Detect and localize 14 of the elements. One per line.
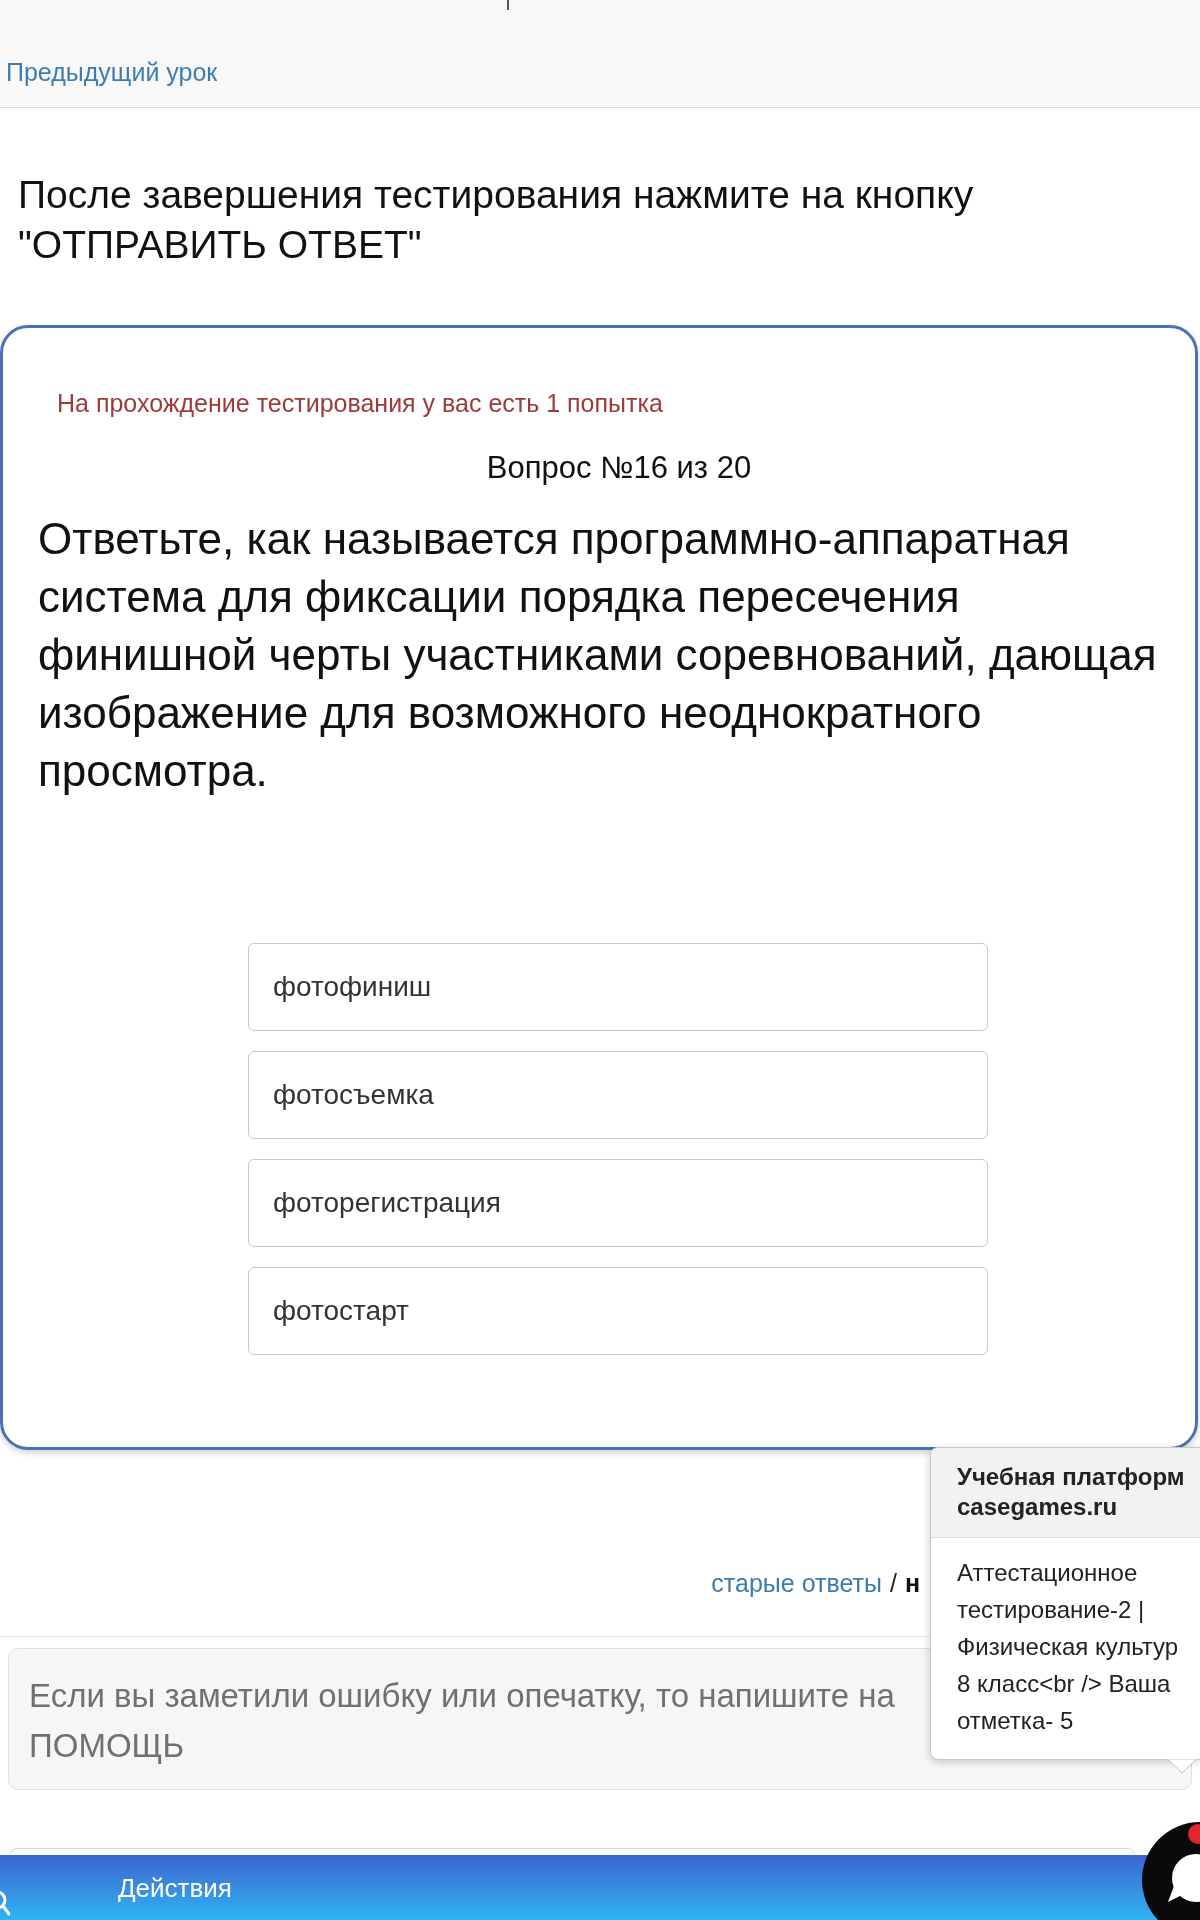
answer-option[interactable]: фотостарт [248, 1267, 988, 1355]
previous-lesson-link[interactable]: Предыдущий урок [6, 57, 218, 87]
question-counter: Вопрос №16 из 20 [486, 449, 752, 487]
separator-text: / [889, 1568, 897, 1598]
question-text: Ответьте, как называется программно-аппаратная система для фиксации порядка пересечения финишной черты участниками соревнований, дающая изображение для возможного неоднократного просмотра. [38, 513, 1158, 797]
popover-title: Учебная платформ casegames.ru [931, 1448, 1200, 1538]
chat-bubble-icon[interactable] [1140, 1820, 1200, 1920]
answer-option[interactable]: фотофиниш [248, 943, 988, 1031]
answer-option[interactable]: фоторегистрация [248, 1159, 988, 1247]
attempts-notice: На прохождение тестирования у вас есть 1 попытка [57, 388, 663, 418]
current-view-label: н [904, 1568, 920, 1598]
answer-option[interactable]: фотосъемка [248, 1051, 988, 1139]
old-answers-link[interactable]: старые ответы [711, 1568, 882, 1598]
instruction-heading: После завершения тестирования нажмите на кнопку "ОТПРАВИТЬ ОТВЕТ" [18, 172, 975, 268]
